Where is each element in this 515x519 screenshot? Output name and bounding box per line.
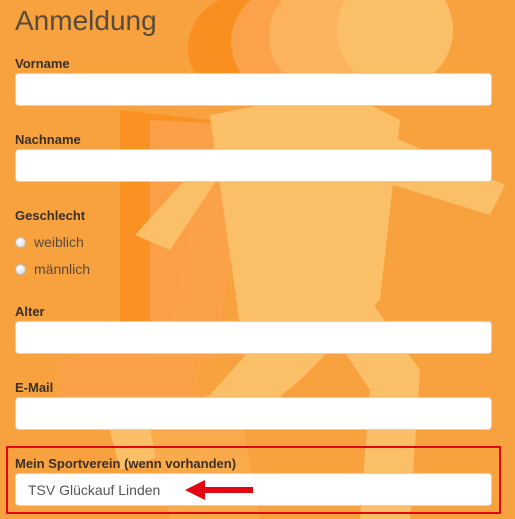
gender-option-label: männlich	[34, 261, 91, 277]
radio-button[interactable]	[15, 236, 26, 248]
email-label: E-Mail	[15, 380, 54, 395]
sportverein-label: Mein Sportverein (wenn vorhanden)	[15, 456, 237, 471]
gender-option-maennlich[interactable]: männlich	[15, 261, 90, 277]
vorname-label: Vorname	[15, 56, 70, 71]
alter-label: Alter	[15, 304, 45, 319]
page-title: Anmeldung	[15, 5, 157, 36]
alter-input[interactable]	[15, 321, 492, 354]
registration-form: Anmeldung Vorname Nachname Geschlecht we…	[0, 0, 515, 519]
gender-option-label: weiblich	[34, 234, 84, 250]
nachname-label: Nachname	[15, 132, 81, 147]
geschlecht-label: Geschlecht	[15, 208, 86, 223]
vorname-input[interactable]	[15, 73, 492, 106]
radio-button[interactable]	[15, 263, 26, 275]
gender-option-weiblich[interactable]: weiblich	[15, 234, 84, 250]
nachname-input[interactable]	[15, 149, 492, 182]
email-input[interactable]	[15, 397, 492, 430]
arrow-left-icon	[185, 480, 253, 500]
